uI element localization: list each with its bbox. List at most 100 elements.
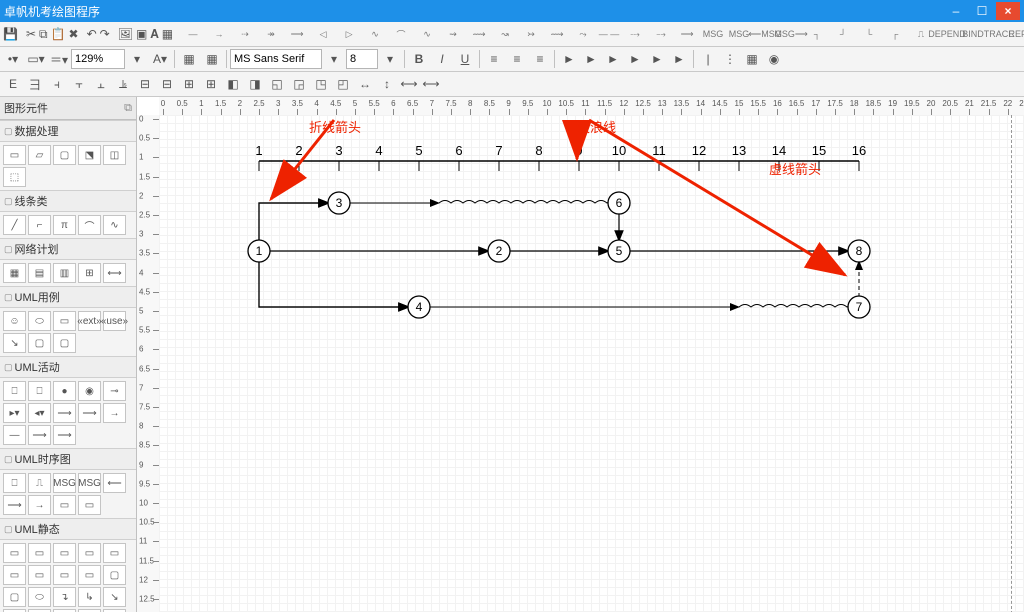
shape-6-13[interactable]: ↳ [78, 587, 101, 607]
italic-button[interactable]: I [431, 48, 453, 70]
arrow-style-29[interactable]: DEPEND [934, 23, 960, 45]
text-align-center[interactable]: ≡ [506, 48, 528, 70]
shape-6-9[interactable]: ▢ [103, 565, 126, 585]
shape-5-0[interactable]: ⎕ [3, 473, 26, 493]
shape-3-1[interactable]: ⬭ [28, 311, 51, 331]
align-btn-12[interactable]: ◱ [266, 73, 288, 95]
group-2[interactable]: 网络计划 [0, 238, 136, 260]
shape-4-11[interactable]: ⟶ [28, 425, 51, 445]
shape-4-0[interactable]: ⎕ [3, 381, 26, 401]
shape-1-3[interactable]: ⌒ [78, 215, 101, 235]
shape-6-10[interactable]: ▢ [3, 587, 26, 607]
shape-5-7[interactable]: ▭ [53, 495, 76, 515]
linestyle-1[interactable]: ⋮ [719, 48, 741, 70]
arrow-style-15[interactable]: ⤳ [570, 23, 596, 45]
arrow-style-2[interactable]: ⇢ [232, 23, 258, 45]
shape-4-8[interactable]: ⟶ [78, 403, 101, 423]
shape-6-1[interactable]: ▭ [28, 543, 51, 563]
align-btn-3[interactable]: ⫟ [68, 73, 90, 95]
drawing-canvas[interactable]: 1234567891011121314151613652478 折线箭头 波浪线… [159, 115, 1024, 612]
shape-3-4[interactable]: «use» [103, 311, 126, 331]
maximize-button[interactable]: ☐ [970, 2, 994, 20]
bold-button[interactable]: B [408, 48, 430, 70]
line-style[interactable]: ＝▾ [48, 48, 70, 70]
shape-0-0[interactable]: ▭ [3, 145, 26, 165]
shape-3-2[interactable]: ▭ [53, 311, 76, 331]
arrow-style-25[interactable]: ┘ [830, 23, 856, 45]
redo-button[interactable]: ↷ [99, 23, 111, 45]
shape-4-12[interactable]: ⟶ [53, 425, 76, 445]
arrow-style-20[interactable]: MSG [700, 23, 726, 45]
table-button[interactable]: ▦ [161, 23, 174, 45]
arrow-style-32[interactable]: REFINE [1012, 23, 1024, 45]
align-btn-6[interactable]: ⊟ [134, 73, 156, 95]
shape-4-3[interactable]: ◉ [78, 381, 101, 401]
arrowhead-2[interactable]: ► [602, 48, 624, 70]
group-4[interactable]: UML活动 [0, 356, 136, 378]
shape-6-6[interactable]: ▭ [28, 565, 51, 585]
font-name-dropdown[interactable]: ▾ [323, 48, 345, 70]
arrow-style-24[interactable]: ┐ [804, 23, 830, 45]
shape-0-4[interactable]: ◫ [103, 145, 126, 165]
align-btn-5[interactable]: ⫡ [112, 73, 134, 95]
align-btn-2[interactable]: ⫞ [46, 73, 68, 95]
zoom-dropdown[interactable]: ▾ [126, 48, 148, 70]
shape-3-7[interactable]: ▢ [53, 333, 76, 353]
shape-0-5[interactable]: ⬚ [3, 167, 26, 187]
align-btn-16[interactable]: ↔ [354, 73, 376, 95]
align-btn-9[interactable]: ⊞ [200, 73, 222, 95]
delete-button[interactable]: ✖ [68, 23, 80, 45]
group-button[interactable]: ▣ [135, 23, 148, 45]
align-btn-18[interactable]: ⟷ [398, 73, 420, 95]
shape-4-4[interactable]: ⊸ [103, 381, 126, 401]
arrow-style-23[interactable]: MSG⟶ [778, 23, 804, 45]
shape-6-3[interactable]: ▭ [78, 543, 101, 563]
copy-button[interactable]: ⧉ [38, 23, 49, 45]
arrow-style-30[interactable]: BIND [960, 23, 986, 45]
arrow-style-9[interactable]: ∿ [414, 23, 440, 45]
align-btn-4[interactable]: ⫠ [90, 73, 112, 95]
shape-1-4[interactable]: ∿ [103, 215, 126, 235]
minimize-button[interactable]: – [944, 2, 968, 20]
insert-image-button[interactable]: 🖼 [117, 23, 134, 45]
font-size-dropdown[interactable]: ▾ [379, 48, 401, 70]
shape-1-1[interactable]: ⌐ [28, 215, 51, 235]
text-align-right[interactable]: ≡ [529, 48, 551, 70]
shape-0-3[interactable]: ⬔ [78, 145, 101, 165]
palette-close-icon[interactable]: ⧉ [124, 102, 132, 115]
shape-6-11[interactable]: ⬭ [28, 587, 51, 607]
shape-1-2[interactable]: π [53, 215, 76, 235]
arrow-style-16[interactable]: — — [596, 23, 622, 45]
arrowhead-4[interactable]: ► [646, 48, 668, 70]
align-btn-1[interactable]: 彐 [24, 73, 46, 95]
shape-0-2[interactable]: ▢ [53, 145, 76, 165]
bullet-style[interactable]: •▾ [2, 48, 24, 70]
shape-3-6[interactable]: ▢ [28, 333, 51, 353]
align-btn-13[interactable]: ◲ [288, 73, 310, 95]
text-align-left[interactable]: ≡ [483, 48, 505, 70]
shape-3-5[interactable]: ↘ [3, 333, 26, 353]
align-btn-10[interactable]: ◧ [222, 73, 244, 95]
arrow-style-3[interactable]: ↠ [258, 23, 284, 45]
linestyle-3[interactable]: ◉ [763, 48, 785, 70]
arrowhead-0[interactable]: ► [558, 48, 580, 70]
arrowhead-1[interactable]: ► [580, 48, 602, 70]
shape-6-4[interactable]: ▭ [103, 543, 126, 563]
align-btn-8[interactable]: ⊞ [178, 73, 200, 95]
shape-4-5[interactable]: ▸▾ [3, 403, 26, 423]
arrow-style-13[interactable]: ↣ [518, 23, 544, 45]
linestyle-2[interactable]: ▦ [741, 48, 763, 70]
group-5[interactable]: UML时序图 [0, 448, 136, 470]
shape-3-3[interactable]: «ext» [78, 311, 101, 331]
paste-button[interactable]: 📋 [50, 23, 67, 45]
align-btn-15[interactable]: ◰ [332, 73, 354, 95]
arrowhead-5[interactable]: ► [668, 48, 690, 70]
shape-2-4[interactable]: ⟷ [103, 263, 126, 283]
shape-4-6[interactable]: ◂▾ [28, 403, 51, 423]
arrow-style-6[interactable]: ▷ [336, 23, 362, 45]
arrowhead-3[interactable]: ► [624, 48, 646, 70]
undo-button[interactable]: ↶ [86, 23, 98, 45]
shape-5-3[interactable]: MSG [78, 473, 101, 493]
shape-5-8[interactable]: ▭ [78, 495, 101, 515]
shape-6-0[interactable]: ▭ [3, 543, 26, 563]
